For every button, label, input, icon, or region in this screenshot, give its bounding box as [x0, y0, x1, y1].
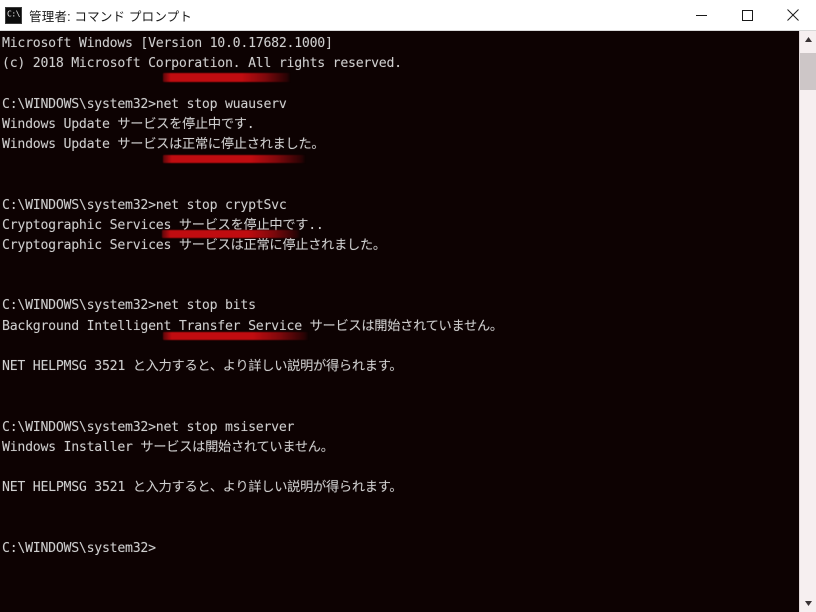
console-line: C:\WINDOWS\system32> — [2, 540, 156, 556]
console-line: Windows Update サービスを停止中です. — [2, 116, 255, 132]
console-line: C:\WINDOWS\system32>net stop bits — [2, 298, 256, 314]
console-line: C:\WINDOWS\system32>net stop msiserver — [2, 419, 295, 435]
console-line: Background Intelligent Transfer Service … — [2, 318, 503, 334]
scroll-up-arrow-icon — [804, 37, 812, 42]
scroll-down-arrow-icon — [804, 601, 812, 606]
console-line: (c) 2018 Microsoft Corporation. All righ… — [2, 56, 402, 72]
vertical-scrollbar[interactable] — [799, 31, 816, 612]
console-line: Windows Installer サービスは開始されていません。 — [2, 439, 334, 455]
minimize-icon — [695, 14, 707, 16]
close-button[interactable] — [770, 0, 816, 31]
window-title: 管理者: コマンド プロンプト — [29, 9, 193, 24]
scrollbar-track[interactable] — [800, 48, 816, 595]
scroll-down-button[interactable] — [800, 595, 816, 612]
window-body: Microsoft Windows [Version 10.0.17682.10… — [0, 31, 816, 612]
scroll-up-button[interactable] — [800, 31, 816, 48]
console-line: Windows Update サービスは正常に停止されました。 — [2, 136, 325, 152]
cmd-icon: C:\ — [5, 6, 22, 24]
title-bar[interactable]: C:\ 管理者: コマンド プロンプト — [0, 0, 816, 31]
console-text: Microsoft Windows [Version 10.0.17682.10… — [2, 34, 799, 559]
console-line: NET HELPMSG 3521 と入力すると、より詳しい説明が得られます。 — [2, 359, 403, 374]
console-output-area[interactable]: Microsoft Windows [Version 10.0.17682.10… — [0, 31, 799, 612]
console-line: NET HELPMSG 3521 と入力すると、より詳しい説明が得られます。 — [2, 480, 403, 496]
close-icon — [787, 9, 799, 21]
window-controls — [678, 0, 816, 31]
maximize-icon — [741, 9, 753, 21]
console-line: Microsoft Windows [Version 10.0.17682.10… — [2, 36, 333, 51]
cmd-icon-label: C:\ — [7, 9, 20, 19]
console-line: Cryptographic Services サービスは正常に停止されました。 — [2, 237, 386, 253]
console-line: Cryptographic Services サービスを停止中です.. — [2, 217, 324, 233]
console-line: C:\WINDOWS\system32>net stop cryptSvc — [2, 197, 287, 213]
console-line: C:\WINDOWS\system32>net stop wuauserv — [2, 96, 287, 112]
minimize-button[interactable] — [678, 0, 724, 31]
command-prompt-window: C:\ 管理者: コマンド プロンプト Microsoft Windows [V… — [0, 0, 816, 612]
maximize-button[interactable] — [724, 0, 770, 31]
scrollbar-thumb[interactable] — [800, 53, 816, 90]
